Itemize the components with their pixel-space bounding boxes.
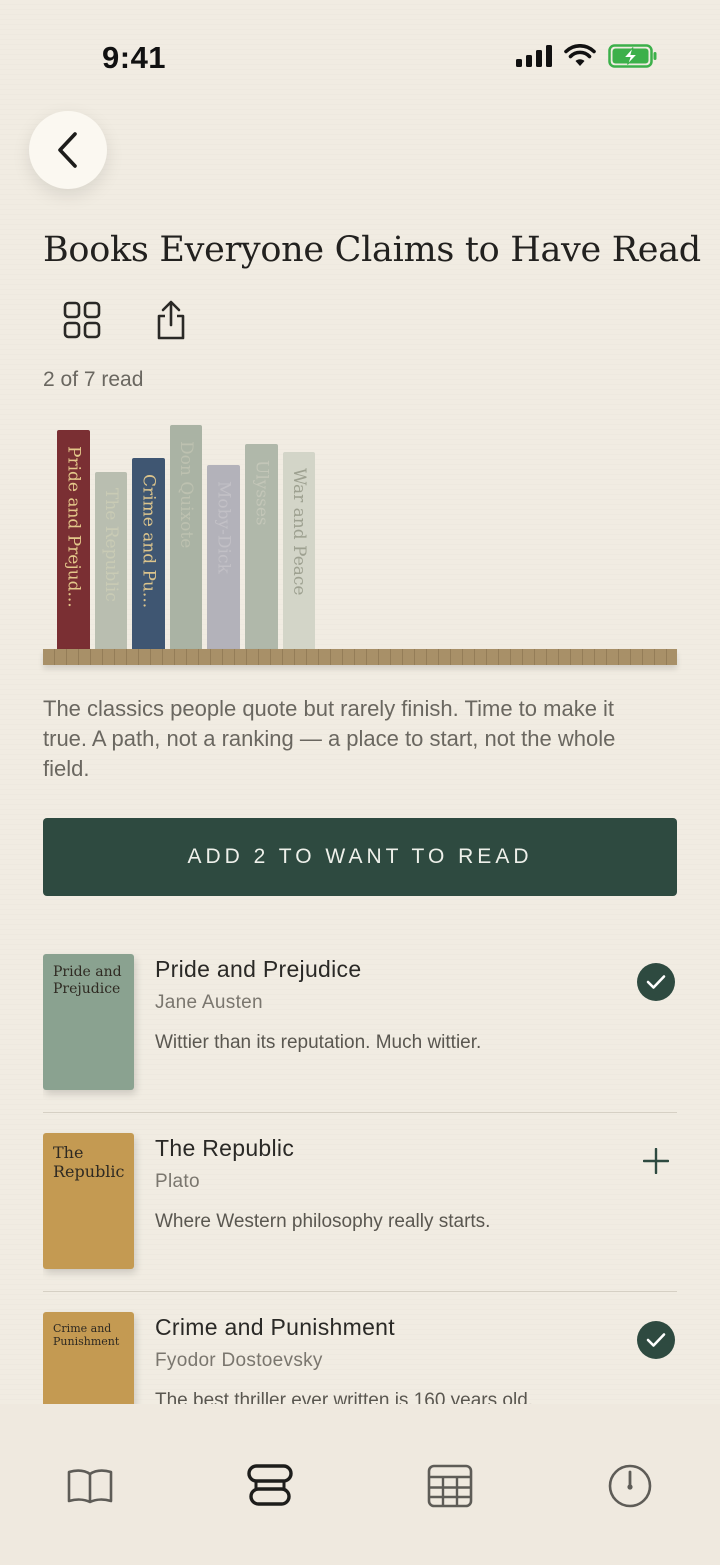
add-to-want-to-read-button[interactable]: ADD 2 TO WANT TO READ [43,818,677,896]
spine-label: Crime and Pu... [138,474,159,609]
checkmark-icon [646,975,666,989]
plus-icon [643,1148,669,1174]
book-author: Jane Austen [155,992,263,1013]
book-title: Pride and Prejudice [155,956,362,982]
read-check-button[interactable] [637,963,675,1001]
book-note: Wittier than its reputation. Much wittie… [155,1032,482,1053]
spine-label: War and Peace [289,468,309,596]
book-author: Plato [155,1171,200,1192]
book-cover: The Republic [43,1133,134,1269]
tab-bar [0,1404,720,1565]
spine-label: Pride and Prejud... [63,446,84,608]
page-title: Books Everyone Claims to Have Read [43,230,701,270]
book-cover: Crime and Punishment [43,1312,134,1404]
cover-title: Pride and Prejudice [53,964,122,997]
tab-library[interactable] [60,1456,120,1516]
cover-title: The Republic [53,1143,125,1182]
bookshelf: Pride and Prejud... The Republic Crime and… [43,420,677,670]
book-spine[interactable]: War and Peace [283,452,315,649]
book-spine[interactable]: Crime and Pu... [132,458,165,649]
spine-label: Ulysses [251,460,272,526]
status-icons [516,44,658,68]
book-icon [67,1469,113,1504]
stack-icon [247,1464,293,1506]
list-description: The classics people quote but rarely fin… [43,696,616,781]
signal-icon [516,45,552,67]
book-note: The best thriller ever written is 160 ye… [155,1390,534,1404]
book-list: Pride and Prejudice Pride and Prejudice … [43,934,677,1404]
spine-label: The Republic [101,488,121,602]
book-spine[interactable]: Moby-Dick [207,465,240,649]
tab-lists[interactable] [240,1456,300,1516]
spine-label: Moby-Dick [213,481,234,574]
checkmark-icon [646,1333,666,1347]
shelf-plank [43,649,677,665]
gauge-icon [608,1464,652,1508]
book-row[interactable]: The Republic The Republic Plato Where We… [43,1113,677,1292]
toolbar [62,299,191,341]
wifi-icon [564,44,596,66]
book-row[interactable]: Pride and Prejudice Pride and Prejudice … [43,934,677,1113]
read-check-button[interactable] [637,1321,675,1359]
share-icon [157,300,185,340]
book-row[interactable]: Crime and Punishment Crime and Punishmen… [43,1292,677,1404]
book-note: Where Western philosophy really starts. [155,1211,491,1232]
spine-label: Don Quixote [176,441,196,549]
progress-text: 2 of 7 read [43,368,144,391]
add-book-button[interactable] [637,1142,675,1180]
grid-icon [63,301,101,339]
book-title: The Republic [155,1135,295,1161]
tab-stats[interactable] [420,1456,480,1516]
battery-charging-icon [608,44,657,68]
table-icon [427,1464,473,1508]
back-button[interactable] [29,111,107,189]
book-spine[interactable]: The Republic [95,472,127,649]
status-time: 9:41 [102,40,167,75]
book-cover: Pride and Prejudice [43,954,134,1090]
book-spine[interactable]: Ulysses [245,444,278,649]
tab-timer[interactable] [600,1456,660,1516]
book-title: Crime and Punishment [155,1314,395,1340]
status-bar: 9:41 [0,0,720,110]
cover-title: Crime and Punishment [53,1322,120,1349]
share-button[interactable] [151,299,191,341]
book-spine[interactable]: Pride and Prejud... [57,430,90,649]
chevron-left-icon [58,132,77,168]
grid-view-button[interactable] [62,299,102,341]
book-spine[interactable]: Don Quixote [170,425,202,649]
book-author: Fyodor Dostoevsky [155,1350,323,1371]
